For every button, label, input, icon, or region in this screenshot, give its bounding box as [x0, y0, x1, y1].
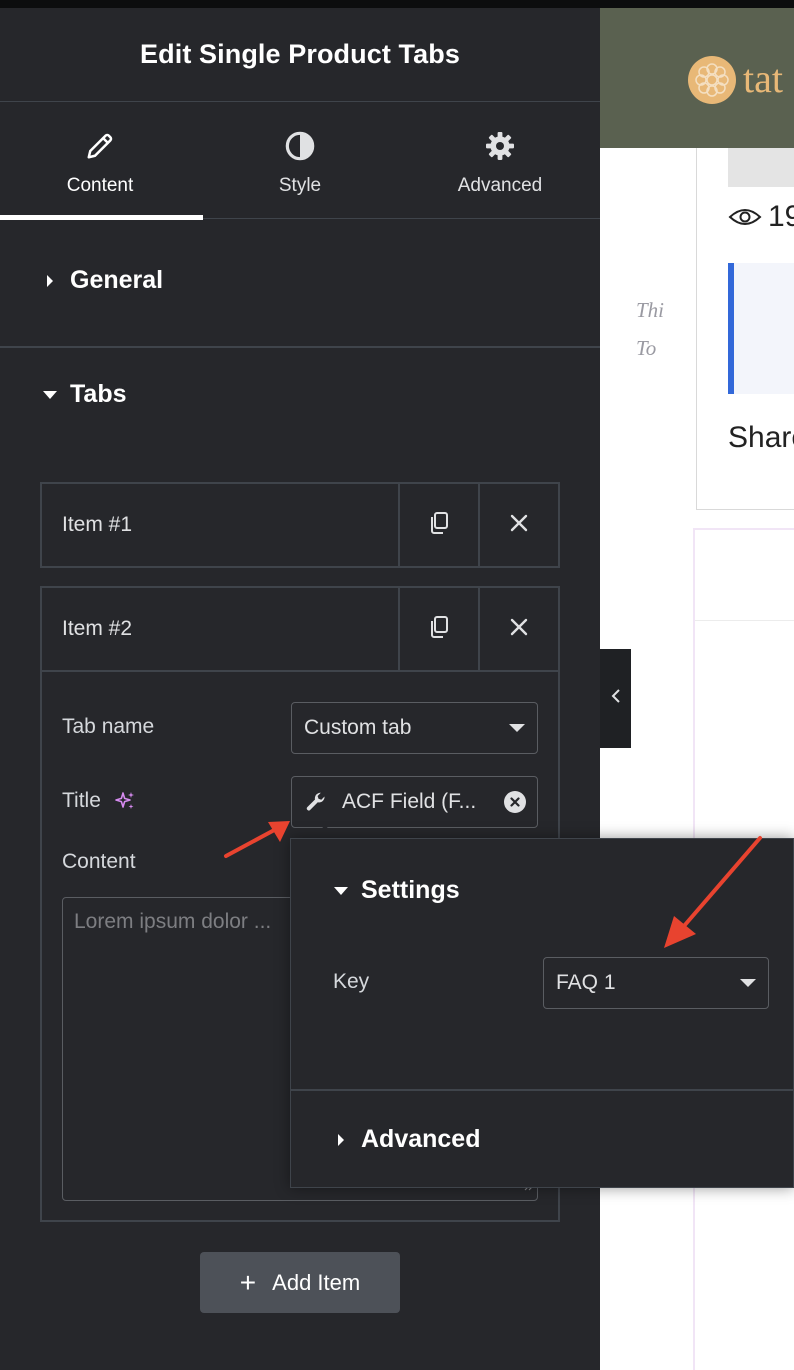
panel-header: Edit Single Product Tabs — [0, 8, 600, 102]
close-icon — [509, 513, 529, 538]
remove-dynamic-tag-icon[interactable] — [504, 791, 526, 813]
tab-name-value: Custom tab — [304, 716, 412, 739]
close-icon — [509, 617, 529, 642]
key-label: Key — [333, 970, 370, 993]
repeater-item-1: Item #1 — [40, 482, 560, 568]
tab-name-select[interactable]: Custom tab — [291, 702, 538, 754]
popover-advanced-label: Advanced — [361, 1125, 481, 1153]
tab-style[interactable]: Style — [200, 102, 400, 218]
quote-line-1: Thi — [636, 298, 665, 322]
remove-item-button[interactable] — [478, 588, 558, 670]
panel-title: Edit Single Product Tabs — [140, 39, 460, 69]
section-tabs-label: Tabs — [70, 380, 127, 408]
duplicate-item-button[interactable] — [398, 484, 478, 566]
duplicate-item-button[interactable] — [398, 588, 478, 670]
tab-advanced[interactable]: Advanced — [400, 102, 600, 218]
add-item-label: Add Item — [272, 1269, 361, 1295]
quote-line-2: To — [636, 336, 657, 360]
copy-icon — [428, 615, 450, 644]
section-tabs-toggle[interactable]: Tabs — [42, 380, 127, 409]
title-dynamic-tag[interactable]: ACF Field (F... — [291, 776, 538, 828]
view-count: 19 — [728, 200, 794, 234]
popover-advanced-section: Advanced — [291, 1093, 794, 1187]
popover-settings-toggle[interactable]: Settings — [333, 876, 460, 905]
dynamic-tag-settings-popover: Settings Key FAQ 1 Advanced — [290, 838, 794, 1188]
section-general: General — [0, 219, 600, 348]
top-bar — [0, 0, 794, 8]
remove-item-button[interactable] — [478, 484, 558, 566]
caret-down-icon — [333, 883, 349, 899]
title-label: Title — [62, 789, 101, 812]
view-count-text: 19 — [768, 200, 794, 233]
key-select[interactable]: FAQ 1 — [543, 957, 769, 1009]
chevron-down-icon — [740, 979, 756, 987]
collapse-panel-button[interactable] — [600, 649, 631, 748]
logo-icon — [688, 56, 736, 104]
add-item-button[interactable]: + Add Item — [200, 1252, 400, 1313]
section-general-toggle[interactable]: General — [42, 266, 163, 295]
caret-right-icon — [42, 273, 58, 289]
site-header: tat — [600, 8, 794, 148]
repeater-item-title[interactable]: Item #1 — [42, 484, 398, 566]
key-value: FAQ 1 — [556, 971, 616, 994]
repeater-item-title[interactable]: Item #2 — [42, 588, 398, 670]
tab-advanced-label: Advanced — [457, 175, 543, 196]
popover-settings-section: Settings Key FAQ 1 — [291, 839, 794, 1091]
content-placeholder: Lorem ipsum dolor ... — [74, 910, 272, 933]
pencil-icon — [84, 130, 116, 162]
ai-sparkle-icon[interactable] — [113, 789, 137, 813]
tab-content[interactable]: Content — [0, 102, 200, 218]
chevron-left-icon — [611, 688, 621, 709]
caret-down-icon — [42, 387, 58, 403]
content-label: Content — [62, 850, 136, 873]
preview-divider — [695, 620, 794, 621]
eye-icon — [728, 206, 762, 228]
wrench-icon — [304, 790, 328, 814]
tab-content-label: Content — [66, 175, 134, 196]
copy-icon — [428, 511, 450, 540]
section-general-label: General — [70, 266, 164, 294]
popover-advanced-toggle[interactable]: Advanced — [333, 1125, 480, 1154]
title-control-label: Title — [62, 789, 137, 813]
notice-quote — [728, 263, 794, 394]
popover-pointer — [312, 825, 338, 839]
logo-text: tat — [743, 56, 783, 101]
caret-right-icon — [333, 1132, 349, 1148]
tab-style-label: Style — [278, 175, 322, 196]
gear-icon — [484, 130, 516, 162]
popover-settings-label: Settings — [361, 876, 460, 904]
plus-icon: + — [239, 1266, 257, 1298]
chevron-down-icon — [509, 724, 525, 732]
panel-tabs: Content Style Advanced — [0, 102, 600, 220]
share-text: Share — [728, 421, 794, 454]
dynamic-tag-text: ACF Field (F... — [342, 790, 477, 813]
tab-name-label: Tab name — [62, 715, 155, 738]
contrast-icon — [284, 130, 316, 162]
product-image — [728, 148, 794, 187]
